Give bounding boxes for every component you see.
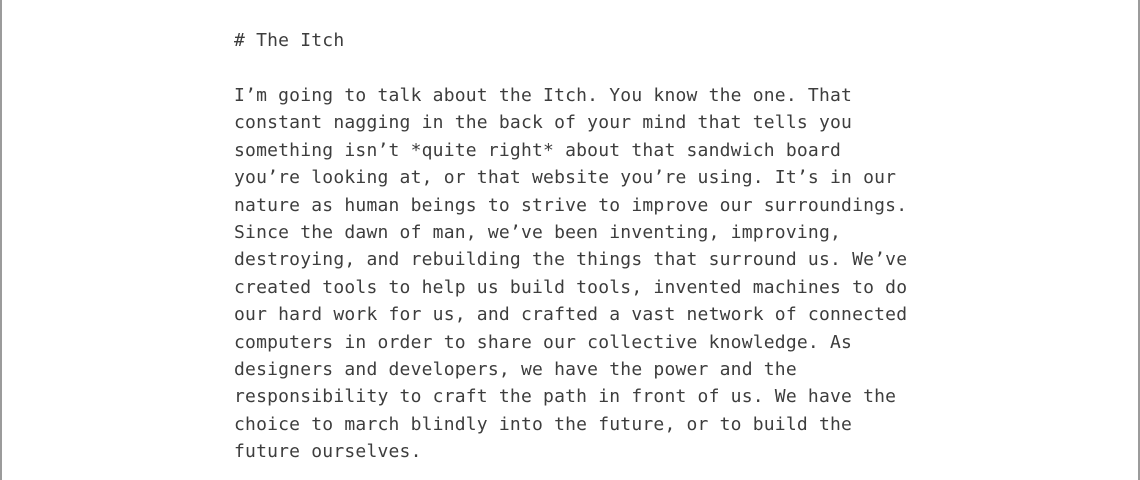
- text-line[interactable]: I’m going to talk about the Itch. You kn…: [234, 82, 907, 109]
- text-line[interactable]: responsibility to craft the path in fron…: [234, 383, 907, 410]
- document-heading[interactable]: # The Itch: [234, 28, 344, 54]
- text-line[interactable]: you’re looking at, or that website you’r…: [234, 164, 907, 191]
- text-line[interactable]: future ourselves.: [234, 438, 907, 465]
- text-line[interactable]: choice to march blindly into the future,…: [234, 411, 907, 438]
- editor-window: # The Itch I’m going to talk about the I…: [0, 0, 1140, 480]
- text-line[interactable]: created tools to help us build tools, in…: [234, 274, 907, 301]
- text-line[interactable]: computers in order to share our collecti…: [234, 329, 907, 356]
- text-line[interactable]: nature as human beings to strive to impr…: [234, 192, 907, 219]
- text-line[interactable]: something isn’t *quite right* about that…: [234, 137, 907, 164]
- text-line[interactable]: constant nagging in the back of your min…: [234, 109, 907, 136]
- text-line[interactable]: designers and developers, we have the po…: [234, 356, 907, 383]
- markdown-editor[interactable]: # The Itch I’m going to talk about the I…: [234, 0, 934, 480]
- text-line[interactable]: Since the dawn of man, we’ve been invent…: [234, 219, 907, 246]
- text-line[interactable]: our hard work for us, and crafted a vast…: [234, 301, 907, 328]
- body-paragraph[interactable]: I’m going to talk about the Itch. You kn…: [234, 82, 907, 465]
- text-line[interactable]: destroying, and rebuilding the things th…: [234, 246, 907, 273]
